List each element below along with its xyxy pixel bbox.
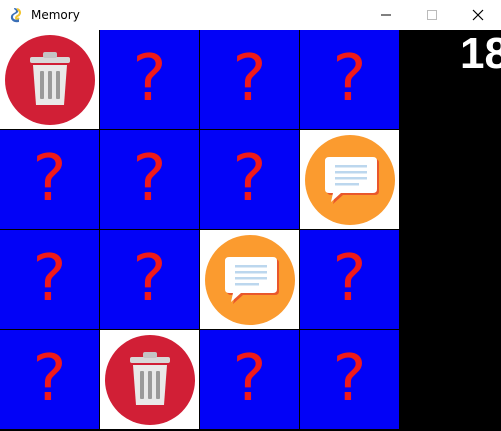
card-hidden[interactable]: ? [200,330,299,429]
card-revealed[interactable] [0,30,99,129]
maximize-icon [427,10,437,20]
card-hidden[interactable]: ? [300,330,399,429]
card-hidden[interactable]: ? [200,130,299,229]
chat-icon [205,235,295,325]
question-mark: ? [32,342,67,416]
question-mark: ? [332,242,367,316]
minimize-icon [381,14,391,16]
card-hidden[interactable]: ? [0,330,99,429]
score-counter: 18 [460,29,501,78]
card-grid: ???????????? [0,30,402,431]
card-hidden[interactable]: ? [0,230,99,329]
card-hidden[interactable]: ? [300,230,399,329]
question-mark: ? [332,342,367,416]
card-revealed[interactable] [300,130,399,229]
window-title: Memory [31,8,80,22]
card-hidden[interactable]: ? [100,130,199,229]
question-mark: ? [232,42,267,116]
close-button[interactable] [455,0,501,30]
question-mark: ? [232,342,267,416]
minimize-button[interactable] [363,0,409,30]
card-revealed[interactable] [100,330,199,429]
question-mark: ? [332,42,367,116]
title-bar[interactable]: Memory [0,0,501,30]
trash-icon [105,335,195,425]
card-hidden[interactable]: ? [100,230,199,329]
snake-icon [10,8,22,23]
trash-icon [5,35,95,125]
card-hidden[interactable]: ? [100,30,199,129]
chat-icon [305,135,395,225]
close-icon [472,9,484,21]
card-revealed[interactable] [200,230,299,329]
question-mark: ? [32,142,67,216]
question-mark: ? [232,142,267,216]
question-mark: ? [132,42,167,116]
maximize-button[interactable] [409,0,455,30]
question-mark: ? [32,242,67,316]
question-mark: ? [132,142,167,216]
card-hidden[interactable]: ? [200,30,299,129]
question-mark: ? [132,242,167,316]
card-hidden[interactable]: ? [300,30,399,129]
card-hidden[interactable]: ? [0,130,99,229]
